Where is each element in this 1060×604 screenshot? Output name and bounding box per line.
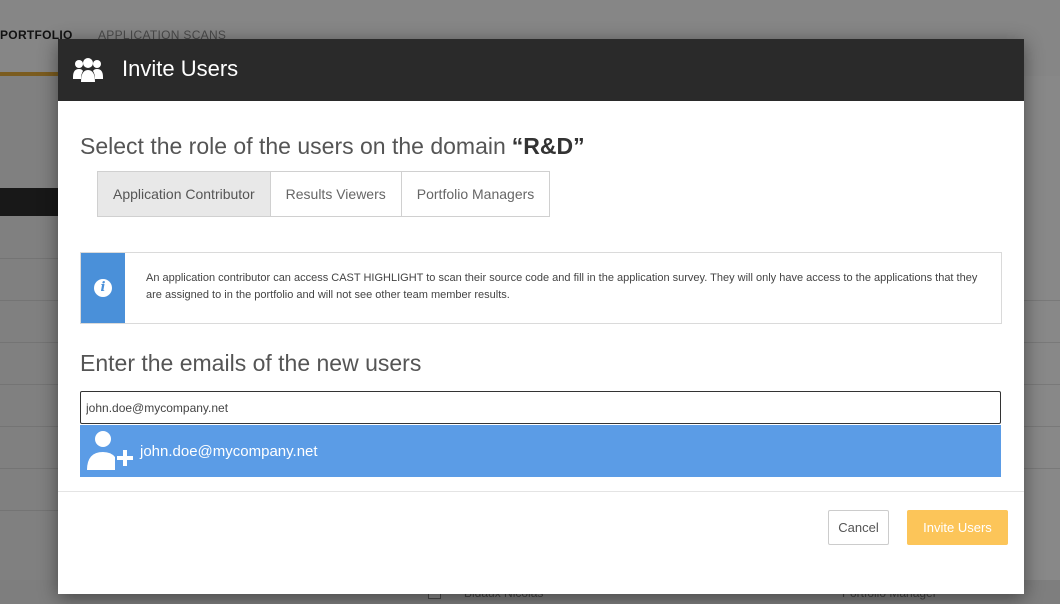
suggestion-email: john.doe@mycompany.net [140,443,318,460]
invite-users-button[interactable]: Invite Users [907,510,1008,545]
emails-heading: Enter the emails of the new users [80,350,422,376]
domain-name: “R&D” [511,133,585,159]
role-tabs: Application Contributor Results Viewers … [97,171,551,217]
modal-header: Invite Users [58,39,1024,101]
info-icon: i [94,279,112,297]
tab-portfolio-managers[interactable]: Portfolio Managers [400,172,550,216]
info-icon-strip: i [81,253,125,323]
role-heading-text: Select the role of the users on the doma… [80,133,506,159]
role-heading: Select the role of the users on the doma… [80,133,585,160]
email-input[interactable] [80,391,1001,424]
tab-application-contributor[interactable]: Application Contributor [98,172,270,216]
add-user-suggestion[interactable]: john.doe@mycompany.net [80,425,1001,477]
invite-users-modal: Invite Users Select the role of the user… [58,39,1024,594]
role-info-box: i An application contributor can access … [80,252,1002,324]
add-user-icon [87,431,133,470]
cancel-button[interactable]: Cancel [828,510,889,545]
tab-results-viewers[interactable]: Results Viewers [269,172,401,216]
modal-title: Invite Users [122,56,239,81]
users-icon [73,58,103,82]
role-description: An application contributor can access CA… [146,272,978,301]
